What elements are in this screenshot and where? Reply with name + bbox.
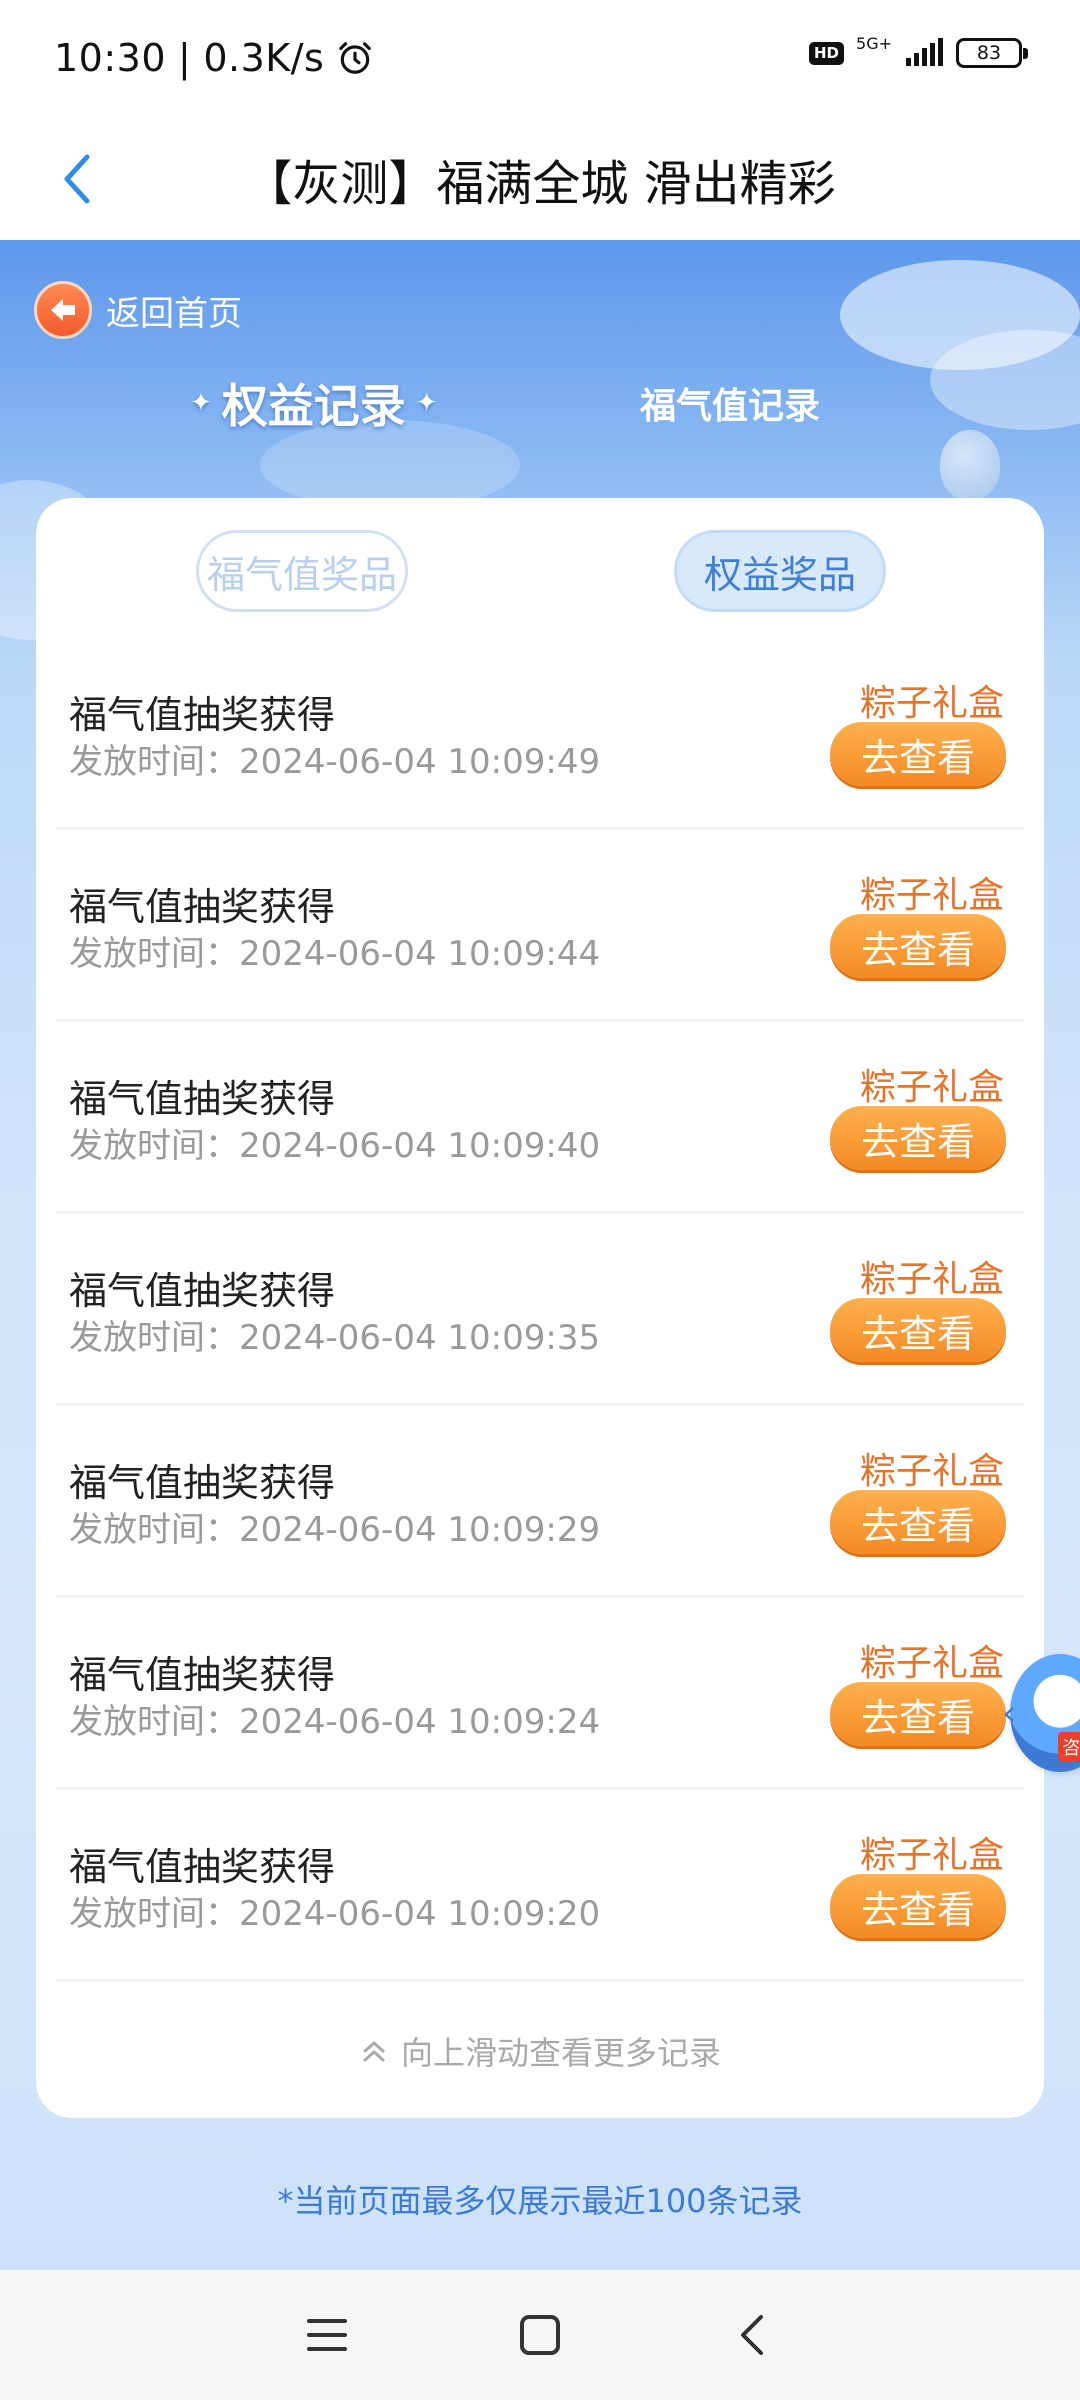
tab-fortune-records-label: 福气值记录 <box>640 386 821 427</box>
home-button[interactable] <box>500 2295 580 2375</box>
status-time: 10:30 <box>54 36 167 80</box>
record-title: 福气值抽奖获得 <box>69 1845 336 1889</box>
record-time: 发放时间：2024-06-04 10:09:24 <box>69 1694 600 1743</box>
signal-icon <box>906 38 943 66</box>
record-prize: 粽子礼盒 <box>859 1835 1004 1876</box>
battery-level: 83 <box>976 42 1002 64</box>
subtab-fortune-prizes[interactable]: 福气值奖品 <box>196 530 408 612</box>
records-card: 福气值奖品 权益奖品 福气值抽奖获得 发放时间：2024-06-04 10:09… <box>36 498 1044 2118</box>
view-button[interactable]: 去查看 <box>830 722 1006 786</box>
page-title: 【灰测】福满全城 滑出精彩 <box>244 156 836 212</box>
subtab-benefit-prizes[interactable]: 权益奖品 <box>674 530 886 612</box>
menu-button[interactable] <box>287 2295 367 2375</box>
floating-service-button[interactable]: ‹ 咨 <box>1002 1648 1080 1778</box>
record-list: 福气值抽奖获得 发放时间：2024-06-04 10:09:49 粽子礼盒 去查… <box>56 638 1024 1982</box>
sparkle-icon: ✦ <box>190 388 212 418</box>
record-time-label: 发放时间： <box>69 1318 239 1358</box>
scroll-more-hint: 向上滑动查看更多记录 <box>36 2028 1044 2074</box>
square-home-icon <box>519 2315 560 2355</box>
record-title: 福气值抽奖获得 <box>69 1269 336 1313</box>
network-speed: 0.3K/s <box>203 36 325 80</box>
system-nav-bar <box>0 2270 1080 2400</box>
record-time: 发放时间：2024-06-04 10:09:49 <box>69 734 600 783</box>
record-time: 发放时间：2024-06-04 10:09:40 <box>69 1118 600 1167</box>
record-prize: 粽子礼盒 <box>859 875 1004 916</box>
network-type: 5G+ <box>856 33 892 53</box>
system-back-button[interactable] <box>713 2295 793 2375</box>
record-time-value: 2024-06-04 10:09:35 <box>239 1318 601 1358</box>
sys-back-icon <box>741 2315 764 2355</box>
menu-icon <box>306 2319 347 2351</box>
list-item: 福气值抽奖获得 发放时间：2024-06-04 10:09:35 粽子礼盒 去查… <box>56 1214 1024 1406</box>
record-title: 福气值抽奖获得 <box>69 1077 336 1121</box>
record-prize: 粽子礼盒 <box>859 1067 1004 1108</box>
record-prize: 粽子礼盒 <box>859 1643 1004 1684</box>
battery-icon: 83 <box>956 38 1028 68</box>
view-button[interactable]: 去查看 <box>830 1106 1006 1170</box>
record-time-label: 发放时间： <box>69 742 239 782</box>
hd-badge: HD <box>809 41 845 65</box>
record-title: 福气值抽奖获得 <box>69 1653 336 1697</box>
chevron-left-icon: ‹ <box>1002 1692 1017 1734</box>
tab-benefit-records-label: 权益记录 <box>221 379 406 433</box>
record-time-label: 发放时间： <box>69 1126 239 1166</box>
status-bar: 10:30 | 0.3K/s HD 5G+ 83 <box>0 0 1080 118</box>
view-button[interactable]: 去查看 <box>830 1682 1006 1746</box>
list-item: 福气值抽奖获得 发放时间：2024-06-04 10:09:49 粽子礼盒 去查… <box>56 638 1024 830</box>
record-title: 福气值抽奖获得 <box>69 1461 336 1505</box>
record-time-label: 发放时间： <box>69 1894 239 1934</box>
alarm-clock-icon <box>339 42 372 74</box>
status-left: 10:30 | 0.3K/s <box>54 36 374 80</box>
record-time-value: 2024-06-04 10:09:40 <box>239 1126 601 1166</box>
back-home-label: 返回首页 <box>106 293 242 334</box>
scroll-more-label: 向上滑动查看更多记录 <box>400 2034 721 2072</box>
record-time-label: 发放时间： <box>69 1702 239 1742</box>
status-divider: | <box>178 36 192 80</box>
list-item: 福气值抽奖获得 发放时间：2024-06-04 10:09:24 粽子礼盒 去查… <box>56 1598 1024 1790</box>
record-time-label: 发放时间： <box>69 1510 239 1550</box>
list-item: 福气值抽奖获得 发放时间：2024-06-04 10:09:20 粽子礼盒 去查… <box>56 1790 1024 1982</box>
service-label: 咨 <box>1058 1732 1080 1762</box>
record-time-value: 2024-06-04 10:09:49 <box>239 742 601 782</box>
record-time: 发放时间：2024-06-04 10:09:29 <box>69 1502 600 1551</box>
record-title: 福气值抽奖获得 <box>69 693 336 737</box>
arrow-left-icon <box>34 281 92 339</box>
double-chevron-up-icon <box>363 2041 385 2062</box>
tab-fortune-records[interactable]: 福气值记录 <box>640 368 820 438</box>
back-home-button[interactable]: 返回首页 <box>34 280 242 340</box>
record-time-value: 2024-06-04 10:09:44 <box>239 934 601 974</box>
list-item: 福气值抽奖获得 发放时间：2024-06-04 10:09:40 粽子礼盒 去查… <box>56 1022 1024 1214</box>
record-time-value: 2024-06-04 10:09:20 <box>239 1894 601 1934</box>
mascot-avatar: 咨 <box>1010 1654 1080 1772</box>
record-prize: 粽子礼盒 <box>859 1451 1004 1492</box>
list-item: 福气值抽奖获得 发放时间：2024-06-04 10:09:44 粽子礼盒 去查… <box>56 830 1024 1022</box>
record-prize: 粽子礼盒 <box>859 683 1004 724</box>
record-prize: 粽子礼盒 <box>859 1259 1004 1300</box>
record-time-label: 发放时间： <box>69 934 239 974</box>
content-area: 返回首页 ✦ 权益记录 ✦ 福气值记录 福气值奖品 权益奖品 福气值抽奖获得 发… <box>0 240 1080 2270</box>
record-time-value: 2024-06-04 10:09:24 <box>239 1702 601 1742</box>
balloon-decoration <box>940 430 1000 500</box>
status-right: HD 5G+ 83 <box>809 34 1028 68</box>
view-button[interactable]: 去查看 <box>830 1874 1006 1938</box>
record-time: 发放时间：2024-06-04 10:09:20 <box>69 1886 600 1935</box>
view-button[interactable]: 去查看 <box>830 914 1006 978</box>
record-title: 福气值抽奖获得 <box>69 885 336 929</box>
view-button[interactable]: 去查看 <box>830 1298 1006 1362</box>
list-item: 福气值抽奖获得 发放时间：2024-06-04 10:09:29 粽子礼盒 去查… <box>56 1406 1024 1598</box>
view-button[interactable]: 去查看 <box>830 1490 1006 1554</box>
nav-bar: 【灰测】福满全城 滑出精彩 <box>0 118 1080 240</box>
footer-note: *当前页面最多仅展示最近100条记录 <box>277 2182 803 2220</box>
record-time: 发放时间：2024-06-04 10:09:35 <box>69 1310 600 1359</box>
tab-benefit-records[interactable]: ✦ 权益记录 ✦ <box>190 368 438 438</box>
record-time-value: 2024-06-04 10:09:29 <box>239 1510 601 1550</box>
record-time: 发放时间：2024-06-04 10:09:44 <box>69 926 600 975</box>
sparkle-icon: ✦ <box>415 388 438 418</box>
